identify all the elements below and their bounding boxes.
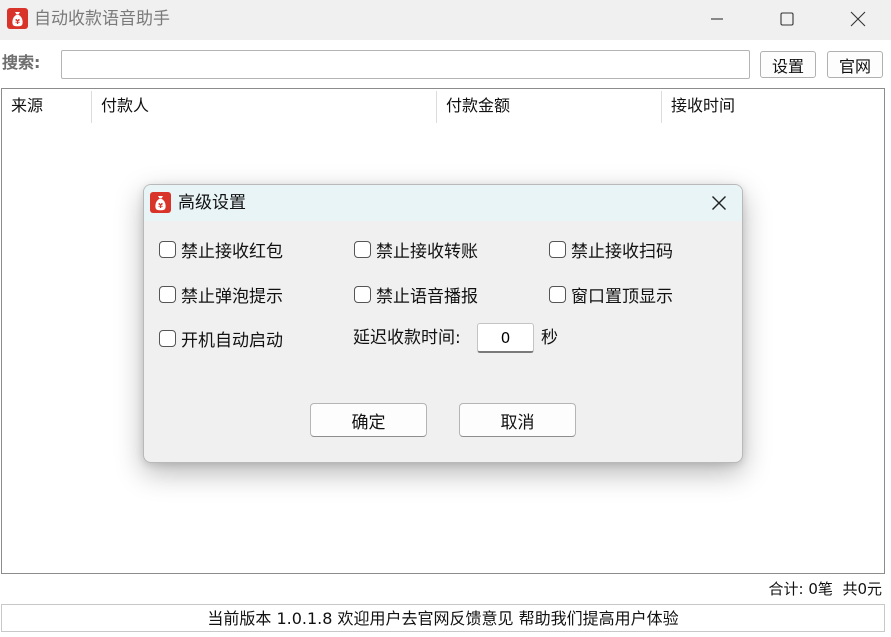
column-header-received-time[interactable]: 接收时间 — [662, 89, 882, 123]
checkbox-box[interactable] — [354, 240, 371, 258]
website-button[interactable]: 官网 — [827, 51, 883, 78]
maximize-icon — [780, 12, 794, 26]
checkbox-label: 禁止语音播报 — [376, 286, 478, 307]
checkbox-label: 禁止接收扫码 — [571, 241, 673, 262]
checkbox-disable-voice-broadcast[interactable]: 禁止语音播报 — [354, 282, 478, 307]
checkbox-start-on-boot[interactable]: 开机自动启动 — [159, 326, 283, 351]
cancel-button[interactable]: 取消 — [459, 403, 576, 437]
checkbox-box[interactable] — [549, 240, 566, 258]
delay-time-label: 延迟收款时间: — [353, 328, 461, 348]
search-input[interactable] — [61, 50, 750, 79]
status-bar: 当前版本 1.0.1.8 欢迎用户去官网反馈意见 帮助我们提高用户体验 — [1, 604, 885, 632]
settings-button[interactable]: 设置 — [760, 51, 816, 78]
delay-unit-label: 秒 — [541, 328, 558, 348]
checkbox-box[interactable] — [549, 285, 566, 303]
checkbox-box[interactable] — [159, 285, 176, 303]
column-header-source[interactable]: 来源 — [2, 89, 91, 123]
minimize-button[interactable] — [694, 0, 740, 38]
close-icon — [850, 11, 866, 27]
checkbox-label: 窗口置顶显示 — [571, 286, 673, 307]
advanced-settings-dialog: ¥ 高级设置 禁止接收红包 禁止接收转账 禁止接收扫码 禁止弹泡提示 禁止语音播… — [143, 184, 743, 463]
checkbox-box[interactable] — [159, 329, 176, 347]
checkbox-label: 禁止接收红包 — [181, 241, 283, 262]
checkbox-block-red-packet[interactable]: 禁止接收红包 — [159, 237, 283, 262]
window-titlebar: ¥ 自动收款语音助手 — [0, 0, 891, 40]
minimize-icon — [711, 18, 723, 20]
app-money-bag-icon: ¥ — [7, 8, 28, 29]
delay-seconds-input[interactable] — [477, 323, 534, 353]
column-header-amount[interactable]: 付款金额 — [437, 89, 661, 123]
close-icon — [712, 196, 726, 210]
checkbox-box[interactable] — [159, 240, 176, 258]
checkbox-disable-bubble-tips[interactable]: 禁止弹泡提示 — [159, 282, 283, 307]
checkbox-label: 禁止接收转账 — [376, 241, 478, 262]
maximize-button[interactable] — [764, 0, 810, 38]
dialog-close-button[interactable] — [700, 187, 738, 219]
window-title: 自动收款语音助手 — [34, 9, 170, 29]
checkbox-box[interactable] — [354, 285, 371, 303]
confirm-button[interactable]: 确定 — [310, 403, 427, 437]
checkbox-label: 开机自动启动 — [181, 330, 283, 351]
svg-text:¥: ¥ — [158, 202, 163, 210]
app-money-bag-icon: ¥ — [150, 192, 171, 213]
checkbox-block-scan-code[interactable]: 禁止接收扫码 — [549, 237, 673, 262]
checkbox-block-transfer[interactable]: 禁止接收转账 — [354, 237, 478, 262]
checkbox-window-always-on-top[interactable]: 窗口置顶显示 — [549, 282, 673, 307]
svg-text:¥: ¥ — [15, 18, 20, 26]
dialog-title: 高级设置 — [178, 193, 246, 213]
dialog-titlebar: ¥ 高级设置 — [144, 185, 742, 221]
checkbox-label: 禁止弹泡提示 — [181, 286, 283, 307]
search-label: 搜索: — [2, 53, 41, 72]
column-header-payer[interactable]: 付款人 — [92, 89, 436, 123]
summary-total: 合计: 0笔 共0元 — [768, 580, 882, 598]
window-close-button[interactable] — [835, 0, 881, 38]
